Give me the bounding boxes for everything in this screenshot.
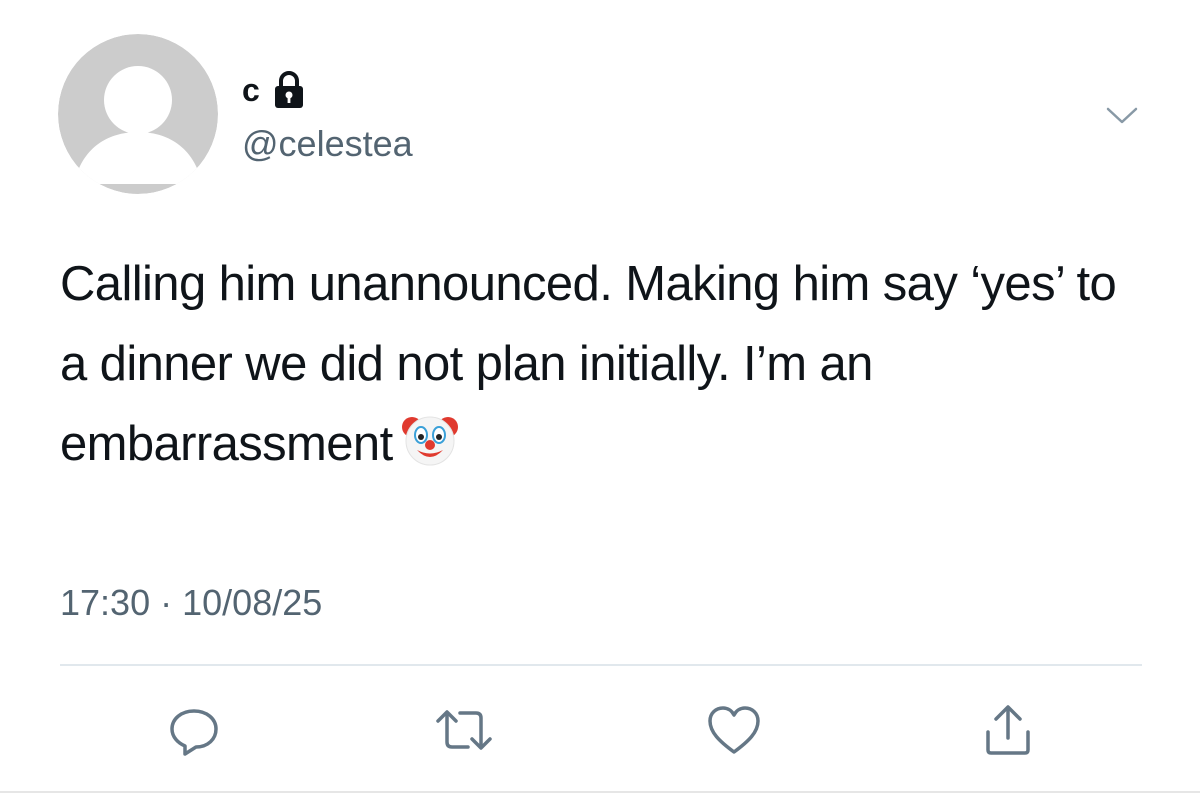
like-button[interactable] [704, 700, 764, 760]
avatar[interactable] [58, 34, 218, 194]
tweet-actions [0, 700, 1200, 760]
tweet-time: 17:30 [60, 582, 151, 623]
default-avatar-icon [58, 34, 218, 194]
share-button[interactable] [978, 700, 1038, 760]
author-name-row: c [242, 68, 306, 112]
tweet-timestamp[interactable]: 17:30 · 10/08/25 [60, 581, 322, 624]
meta-separator: · [160, 582, 173, 623]
display-name[interactable]: c [242, 74, 260, 106]
tweet-date: 10/08/25 [182, 582, 323, 623]
retweet-button[interactable] [434, 700, 494, 760]
clown-face-emoji-icon [401, 410, 459, 468]
author-handle[interactable]: @celestea [242, 122, 413, 165]
divider [60, 664, 1142, 666]
tweet-text-content: Calling him unannounced. Making him say … [60, 257, 1117, 471]
tweet-text: Calling him unannounced. Making him say … [60, 244, 1150, 484]
reply-button[interactable] [164, 700, 224, 760]
retweet-icon [436, 710, 492, 750]
reply-icon [170, 709, 218, 756]
heart-icon [708, 706, 760, 754]
lock-icon [272, 71, 306, 109]
share-icon [986, 705, 1030, 755]
chevron-down-icon[interactable] [1102, 100, 1142, 130]
